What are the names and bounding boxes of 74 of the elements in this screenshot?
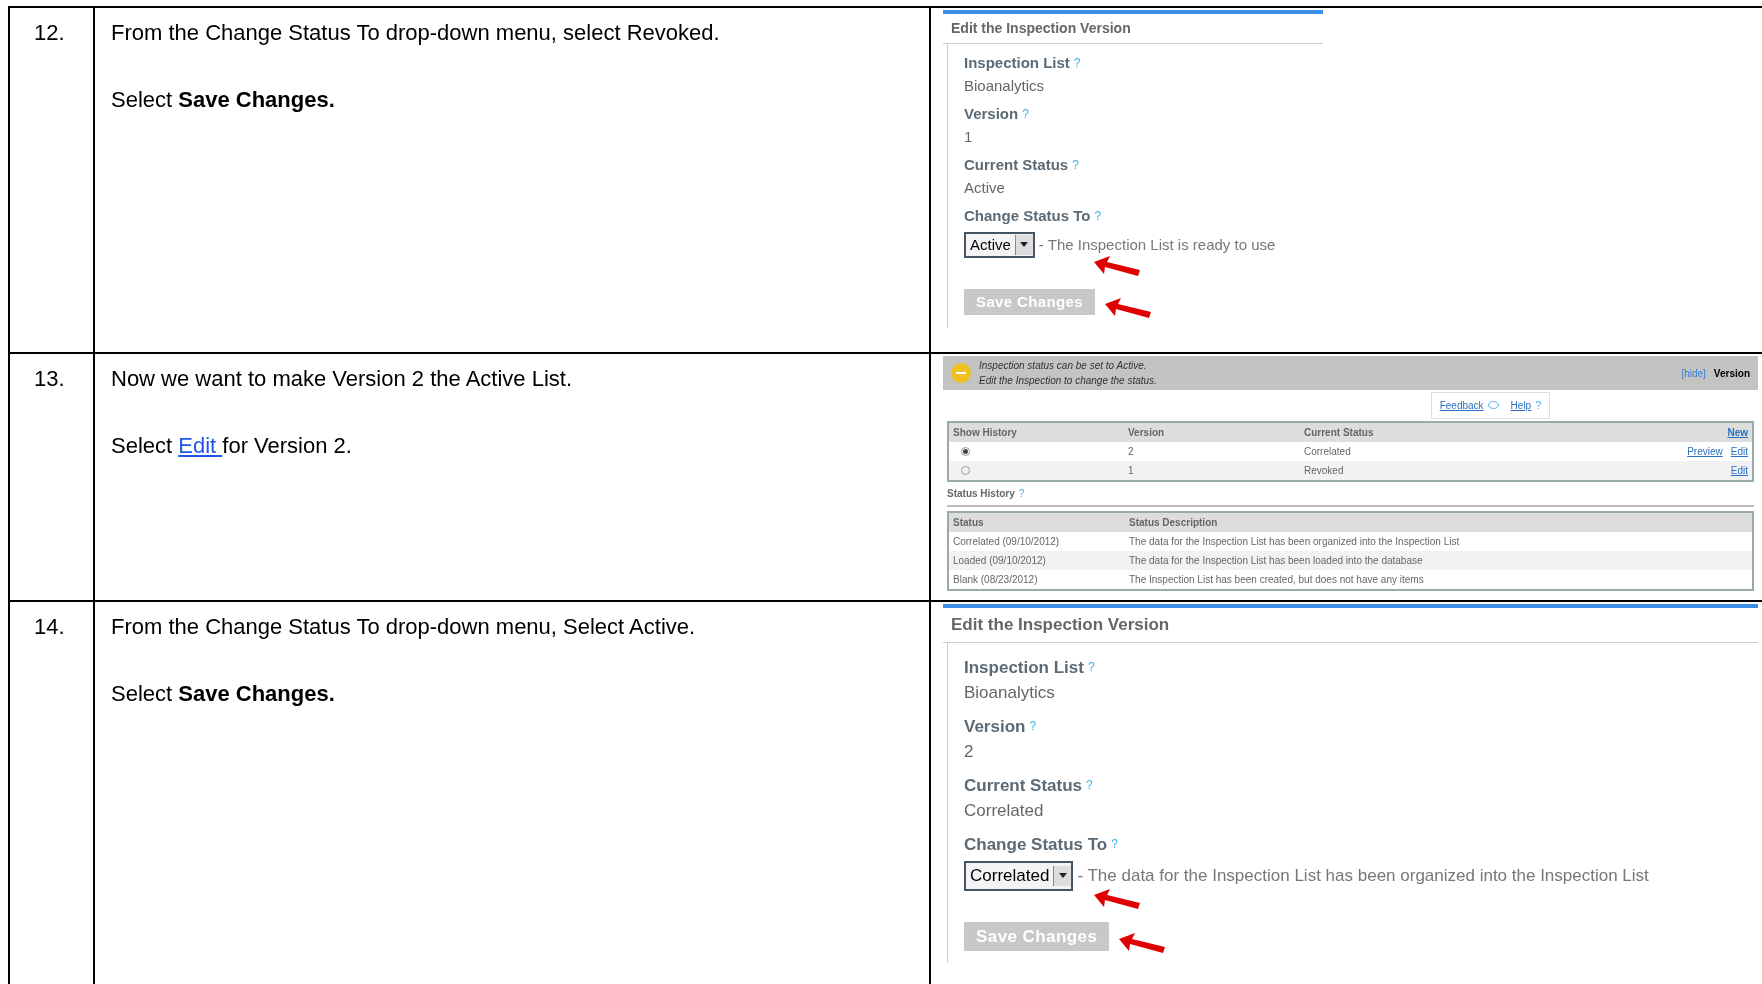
column-header: Show History <box>953 425 1018 440</box>
status-cell-text: Correlated <box>1304 444 1352 459</box>
help-icon: ? <box>1535 397 1542 414</box>
field-value: 1 <box>964 126 974 147</box>
step-number: 12. <box>34 20 65 45</box>
action-link[interactable]: Preview <box>1687 443 1723 459</box>
column-header: Current Status <box>1304 425 1375 440</box>
pointer-arrow-icon <box>1092 254 1142 278</box>
caret-icon <box>1058 873 1067 879</box>
step-number: 13. <box>34 366 65 391</box>
help-link[interactable]: ? <box>1072 156 1079 175</box>
action-link[interactable]: Edit <box>1730 443 1748 459</box>
field-value: Correlated <box>964 800 1045 822</box>
field-value: Active <box>964 177 1006 198</box>
field-label: Current Status <box>964 774 1083 797</box>
help-link[interactable]: ? <box>1022 105 1029 124</box>
panel-title: Edit the Inspection Version <box>943 14 1323 44</box>
instruction-text: From the Change Status To drop-down menu, select Revoked. <box>111 19 721 47</box>
table-cell-text: Loaded (09/10/2012) <box>953 553 1047 568</box>
pointer-arrow-icon <box>1103 296 1154 320</box>
minus-circle-icon <box>951 363 971 383</box>
field-label: Version <box>964 104 1019 124</box>
field-label: Change Status To <box>964 833 1108 856</box>
edit-link[interactable]: Edit <box>178 433 223 458</box>
table-cell-text: The Inspection List has been created, but does not have any items <box>1129 572 1425 587</box>
status-dropdown[interactable]: Active <box>964 231 1035 258</box>
help-link[interactable]: ? <box>1087 658 1095 677</box>
instruction-text: Select Save Changes. <box>111 680 336 708</box>
instruction-text: Now we want to make Version 2 the Active List. <box>111 365 573 393</box>
help-link[interactable]: ? <box>1073 54 1081 73</box>
instruction-text: Select Save Changes. <box>111 86 336 114</box>
new-link[interactable]: New <box>1727 424 1748 440</box>
table-cell-text: Blank (08/23/2012) <box>953 572 1039 587</box>
section-title: Version <box>1713 366 1750 381</box>
header-link[interactable]: Help <box>1510 397 1532 413</box>
help-link[interactable]: ? <box>1029 717 1037 736</box>
status-description: - The data for the Inspection List has been organized into the Inspection List <box>1077 865 1649 887</box>
section-title: Status History <box>947 486 1015 501</box>
help-link[interactable]: ? <box>1094 207 1102 226</box>
table-cell-text: The data for the Inspection List has been organized into the Inspection List <box>1129 534 1461 549</box>
field-label: Inspection List <box>964 53 1070 73</box>
help-link[interactable]: ? <box>1086 776 1093 795</box>
hide-link[interactable]: [hide] <box>1681 365 1706 381</box>
caret-icon <box>1020 242 1029 248</box>
column-header: Status <box>953 515 985 530</box>
help-link[interactable]: ? <box>1018 485 1025 501</box>
field-value: Bioanalytics <box>964 75 1046 96</box>
speech-bubble-icon <box>1487 400 1499 410</box>
banner-text: Inspection status can be set to Active. <box>979 359 1148 373</box>
field-label: Version <box>964 715 1026 738</box>
instruction-text: Select Edit for Version 2. <box>111 432 353 460</box>
status-description: - The Inspection List is ready to use <box>1038 234 1276 255</box>
field-label: Change Status To <box>964 206 1091 226</box>
version-cell-text: 2 <box>1128 444 1135 459</box>
column-header: Version <box>1128 425 1166 440</box>
step-number: 14. <box>34 614 65 639</box>
table-cell-text: Correlated (09/10/2012) <box>953 534 1061 549</box>
column-header: Status Description <box>1129 515 1219 530</box>
header-link[interactable]: Feedback <box>1439 397 1484 413</box>
status-cell-text: Revoked <box>1304 463 1345 478</box>
status-dropdown[interactable]: Correlated <box>964 861 1074 891</box>
instruction-text: From the Change Status To drop-down menu, Select Active. <box>111 613 697 641</box>
table-cell-text: The data for the Inspection List has been loaded into the database <box>1129 553 1424 568</box>
banner-text: Edit the Inspection to change the status. <box>979 374 1158 388</box>
pointer-arrow-icon <box>1092 886 1142 911</box>
pointer-arrow-icon <box>1117 930 1168 955</box>
field-value: 2 <box>964 741 975 763</box>
field-label: Current Status <box>964 155 1069 175</box>
field-label: Inspection List <box>964 656 1084 679</box>
help-link[interactable]: ? <box>1111 835 1118 854</box>
field-value: Bioanalytics <box>964 682 1056 704</box>
panel-title: Edit the Inspection Version <box>943 608 1758 643</box>
version-cell-text: 1 <box>1128 463 1135 478</box>
action-link[interactable]: Edit <box>1730 462 1748 478</box>
